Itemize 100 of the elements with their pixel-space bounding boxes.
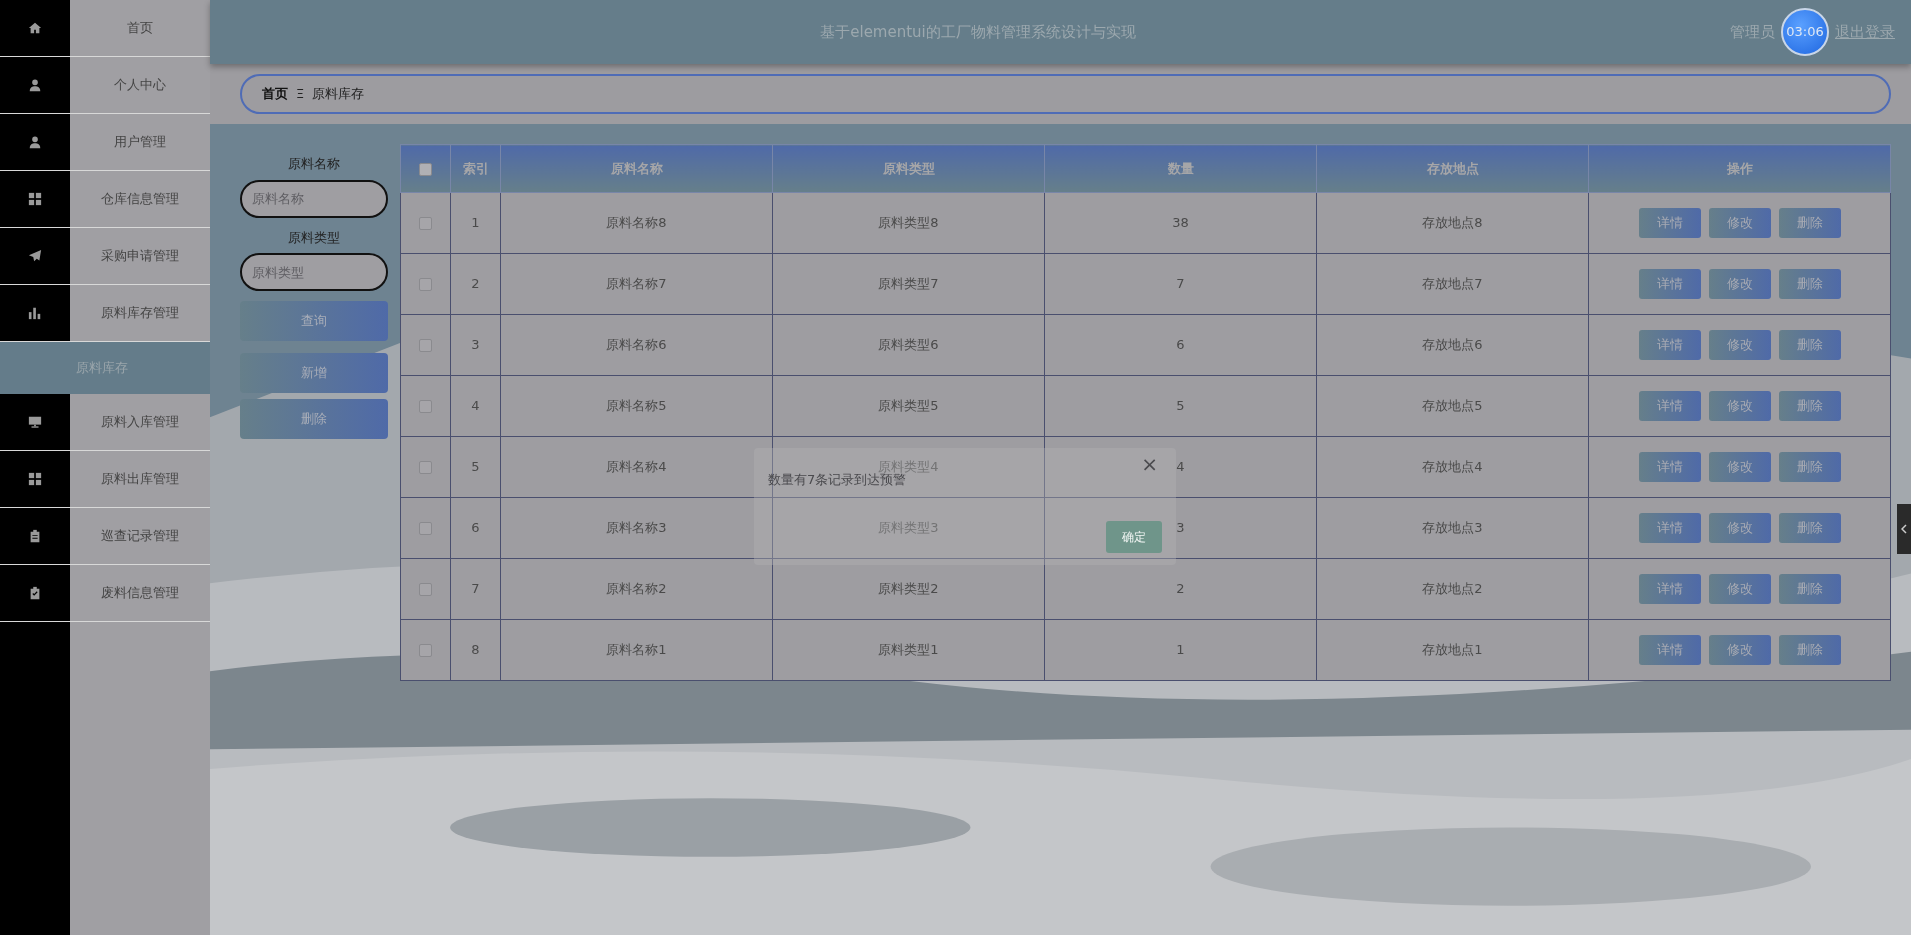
- table-cell: 3: [450, 314, 501, 376]
- input-field[interactable]: 原料类型: [240, 253, 388, 291]
- table-cell: 38: [1044, 192, 1317, 254]
- filter-label: 原料类型: [287, 228, 341, 247]
- table-cell: 原料类型7: [772, 253, 1045, 315]
- table-cell: 8: [450, 619, 501, 681]
- table-cell: 原料名称3: [500, 497, 773, 559]
- table-cell: 1: [1044, 619, 1317, 681]
- menu-item[interactable]: 原料库存管理: [0, 285, 210, 342]
- column-header: 存放地点: [1316, 144, 1589, 193]
- table-cell: 原料类型2: [772, 558, 1045, 620]
- home-icon: [28, 21, 42, 35]
- row-checkbox[interactable]: [419, 339, 432, 353]
- person-icon: [28, 78, 42, 92]
- table-cell: 原料名称2: [500, 558, 773, 620]
- select-all-checkbox[interactable]: [419, 162, 432, 176]
- breadcrumb-item[interactable]: 首页: [262, 84, 288, 104]
- menu-item[interactable]: 用户管理: [0, 114, 210, 171]
- side-tab[interactable]: [1897, 504, 1911, 554]
- row-action-button[interactable]: 删除: [1778, 513, 1841, 543]
- row-action-button[interactable]: 详情: [1638, 269, 1701, 299]
- paper-plane-icon: [28, 249, 42, 263]
- table-cell: 原料类型8: [772, 192, 1045, 254]
- table-cell: 存放地点1: [1316, 619, 1589, 681]
- column-header: 原料类型: [772, 144, 1045, 193]
- table-cell: 原料名称6: [500, 314, 773, 376]
- table-cell: 7: [450, 558, 501, 620]
- row-action-button[interactable]: 修改: [1708, 452, 1771, 482]
- row-action-button[interactable]: 修改: [1708, 269, 1771, 299]
- row-checkbox[interactable]: [419, 522, 432, 536]
- table-cell: 存放地点5: [1316, 375, 1589, 437]
- table-cell: 5: [450, 436, 501, 498]
- row-action-button[interactable]: 删除: [1778, 269, 1841, 299]
- table-cell: 原料名称7: [500, 253, 773, 315]
- monitor-icon: [28, 415, 42, 429]
- bar-chart-icon: [28, 306, 42, 320]
- row-checkbox[interactable]: [419, 217, 432, 231]
- row-action-button[interactable]: 删除: [1778, 635, 1841, 665]
- table-cell: 2: [1044, 558, 1317, 620]
- filter-label: 原料名称: [287, 155, 341, 173]
- chevron-left-icon: [1901, 524, 1907, 534]
- row-action-button[interactable]: 删除: [1778, 452, 1841, 482]
- row-action-button[interactable]: 修改: [1708, 513, 1771, 543]
- confirm-button[interactable]: 确定: [1106, 521, 1162, 553]
- row-action-button[interactable]: 删除: [1778, 391, 1841, 421]
- table-cell: 4: [450, 375, 501, 437]
- clipboard-icon: [28, 529, 42, 543]
- action-button[interactable]: 新增: [240, 353, 388, 393]
- menu-item[interactable]: 原料入库管理: [0, 394, 210, 451]
- row-action-button[interactable]: 删除: [1778, 330, 1841, 360]
- row-checkbox[interactable]: [419, 400, 432, 414]
- row-action-button[interactable]: 修改: [1708, 208, 1771, 238]
- table-cell: 原料类型5: [772, 375, 1045, 437]
- breadcrumb-item: 原料库存: [312, 85, 365, 104]
- table-cell: 5: [1044, 375, 1317, 437]
- table-cell: 原料名称5: [500, 375, 773, 437]
- row-checkbox[interactable]: [419, 644, 432, 658]
- row-action-button[interactable]: 详情: [1638, 391, 1701, 421]
- table-cell: 存放地点4: [1316, 436, 1589, 498]
- row-checkbox[interactable]: [419, 461, 432, 475]
- menu-item[interactable]: 首页: [0, 0, 210, 57]
- column-header: 索引: [450, 144, 501, 193]
- grid-icon: [28, 472, 42, 486]
- table-cell: 原料名称8: [500, 192, 773, 254]
- table-cell: 存放地点3: [1316, 497, 1589, 559]
- row-action-button[interactable]: 详情: [1638, 452, 1701, 482]
- row-action-button[interactable]: 删除: [1778, 208, 1841, 238]
- row-checkbox[interactable]: [419, 278, 432, 292]
- row-action-button[interactable]: 详情: [1638, 513, 1701, 543]
- input-field[interactable]: 原料名称: [240, 179, 388, 218]
- row-action-button[interactable]: 修改: [1708, 330, 1771, 360]
- row-action-button[interactable]: 修改: [1708, 574, 1771, 604]
- row-action-button[interactable]: 详情: [1638, 574, 1701, 604]
- table-cell: 存放地点6: [1316, 314, 1589, 376]
- row-action-button[interactable]: 详情: [1638, 635, 1701, 665]
- row-checkbox[interactable]: [419, 583, 432, 597]
- row-action-button[interactable]: 修改: [1708, 635, 1771, 665]
- close-button[interactable]: ×: [1137, 454, 1162, 474]
- action-button[interactable]: 删除: [240, 399, 388, 439]
- table-cell: 原料名称1: [500, 619, 773, 681]
- menu-item[interactable]: 原料出库管理: [0, 451, 210, 508]
- table-cell: 6: [1044, 314, 1317, 376]
- menu-item[interactable]: 巡查记录管理: [0, 508, 210, 565]
- menu-item[interactable]: 采购申请管理: [0, 228, 210, 285]
- table-cell: 2: [450, 253, 501, 315]
- menu-item[interactable]: 个人中心: [0, 57, 210, 114]
- table-cell: 存放地点8: [1316, 192, 1589, 254]
- row-action-button[interactable]: 删除: [1778, 574, 1841, 604]
- menu-item[interactable]: 废料信息管理: [0, 565, 210, 622]
- breadcrumb-separator: Ξ: [296, 85, 305, 104]
- timer-badge: 03:06: [1781, 8, 1829, 56]
- row-action-button[interactable]: 详情: [1638, 208, 1701, 238]
- column-header: 数量: [1044, 144, 1317, 193]
- person-icon: [28, 135, 42, 149]
- row-action-button[interactable]: 详情: [1638, 330, 1701, 360]
- menu-item[interactable]: 仓库信息管理: [0, 171, 210, 228]
- grid-icon: [28, 192, 42, 206]
- row-action-button[interactable]: 修改: [1708, 391, 1771, 421]
- action-button[interactable]: 查询: [240, 301, 388, 341]
- table-cell: 7: [1044, 253, 1317, 315]
